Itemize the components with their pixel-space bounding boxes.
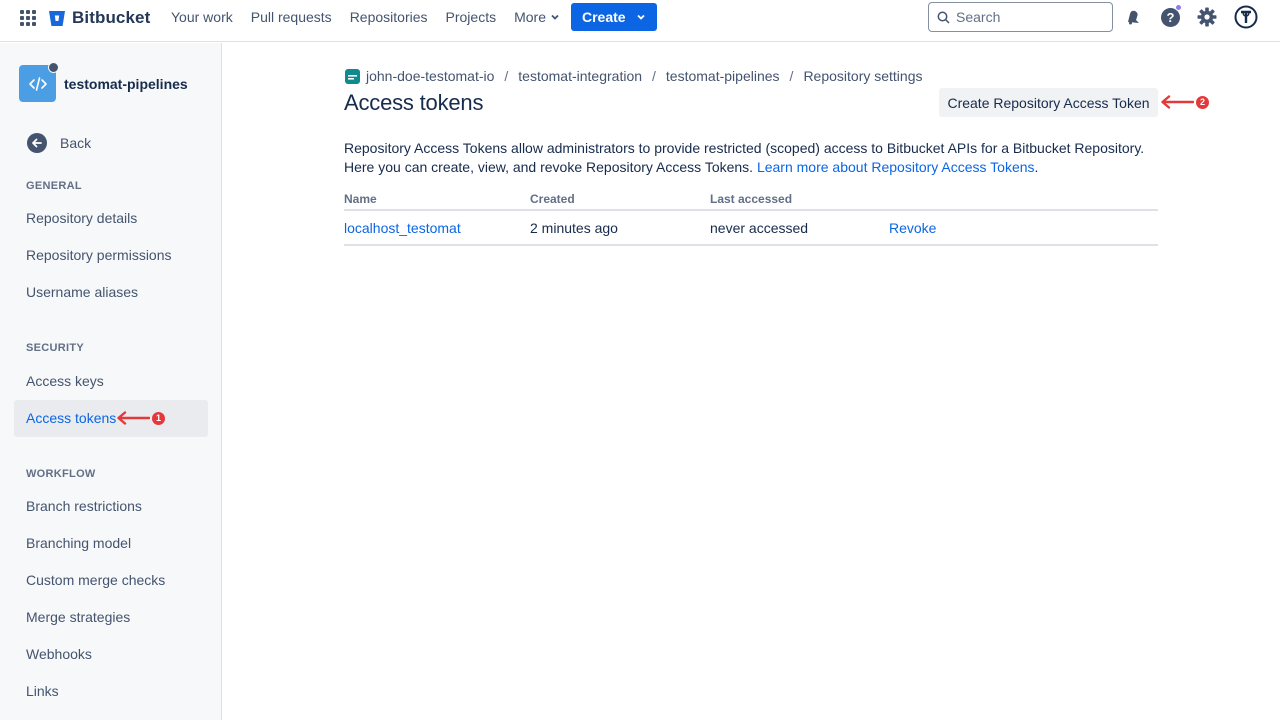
sidebar: testomat-pipelines Back GENERAL Reposito… bbox=[0, 43, 222, 720]
learn-more-link[interactable]: Learn more about Repository Access Token… bbox=[757, 159, 1035, 175]
annotation-arrow-2: 2 bbox=[1160, 95, 1209, 109]
repository-header[interactable]: testomat-pipelines bbox=[19, 62, 188, 102]
breadcrumb-separator: / bbox=[789, 68, 794, 84]
bitbucket-logo[interactable]: Bitbucket bbox=[48, 8, 150, 28]
breadcrumb-workspace[interactable]: john-doe-testomat-io bbox=[366, 68, 494, 84]
sidebar-item-access-keys[interactable]: Access keys bbox=[14, 363, 208, 400]
sidebar-item-branch-restrictions[interactable]: Branch restrictions bbox=[14, 488, 208, 525]
arrow-left-icon bbox=[117, 411, 150, 425]
sidebar-item-links[interactable]: Links bbox=[14, 673, 208, 710]
help-icon[interactable]: ? bbox=[1159, 4, 1182, 28]
column-header-name: Name bbox=[344, 192, 377, 206]
page-title: Access tokens bbox=[344, 90, 484, 115]
nav-your-work[interactable]: Your work bbox=[162, 0, 242, 34]
description-period: . bbox=[1034, 159, 1039, 175]
token-created: 2 minutes ago bbox=[530, 220, 618, 236]
annotation-badge-1: 1 bbox=[152, 411, 165, 425]
breadcrumb-separator: / bbox=[652, 68, 656, 84]
section-workflow: WORKFLOW bbox=[26, 468, 96, 480]
table-header: Name Created Last accessed bbox=[344, 188, 1158, 211]
repository-avatar bbox=[19, 62, 59, 102]
sidebar-item-repository-details[interactable]: Repository details bbox=[14, 200, 208, 237]
token-last-accessed: never accessed bbox=[710, 220, 809, 236]
sidebar-item-branching-model[interactable]: Branching model bbox=[14, 525, 208, 562]
search-icon bbox=[937, 11, 950, 24]
lock-icon bbox=[48, 62, 59, 73]
create-button[interactable]: Create bbox=[571, 3, 657, 31]
section-general: GENERAL bbox=[26, 180, 82, 192]
top-navigation: Bitbucket Your work Pull requests Reposi… bbox=[0, 0, 1280, 42]
bitbucket-icon bbox=[49, 10, 65, 26]
primary-nav: Your work Pull requests Repositories Pro… bbox=[162, 0, 569, 34]
access-tokens-table: Name Created Last accessed localhost_tes… bbox=[344, 188, 1158, 246]
column-header-last-accessed: Last accessed bbox=[710, 192, 793, 206]
arrow-left-icon bbox=[1161, 95, 1194, 109]
breadcrumb-separator: / bbox=[504, 68, 509, 84]
app-switcher-icon[interactable] bbox=[20, 10, 36, 26]
annotation-arrow-1: 1 bbox=[116, 411, 165, 425]
sidebar-item-access-tokens[interactable]: Access tokens bbox=[14, 400, 208, 437]
svg-text:?: ? bbox=[1166, 10, 1174, 25]
breadcrumb-project[interactable]: testomat-integration bbox=[518, 68, 642, 84]
code-icon bbox=[28, 76, 47, 91]
column-header-created: Created bbox=[530, 192, 575, 206]
arrow-left-icon bbox=[27, 133, 47, 153]
annotation-badge-2: 2 bbox=[1196, 95, 1209, 109]
help-notification-dot bbox=[1175, 4, 1182, 11]
back-button[interactable]: Back bbox=[27, 133, 91, 153]
nav-repositories[interactable]: Repositories bbox=[341, 0, 437, 34]
notifications-icon[interactable] bbox=[1122, 6, 1144, 28]
table-row: localhost_testomat 2 minutes ago never a… bbox=[344, 211, 1158, 246]
search-input[interactable]: Search bbox=[928, 2, 1113, 32]
revoke-button[interactable]: Revoke bbox=[889, 220, 936, 236]
nav-projects[interactable]: Projects bbox=[437, 0, 506, 34]
breadcrumb-settings[interactable]: Repository settings bbox=[803, 68, 922, 84]
sidebar-item-custom-merge-checks[interactable]: Custom merge checks bbox=[14, 562, 208, 599]
nav-more-label: More bbox=[514, 9, 546, 25]
search-placeholder: Search bbox=[956, 9, 1001, 25]
chevron-down-icon bbox=[551, 14, 559, 20]
sidebar-item-merge-strategies[interactable]: Merge strategies bbox=[14, 599, 208, 636]
token-name-link[interactable]: localhost_testomat bbox=[344, 220, 461, 236]
nav-pull-requests[interactable]: Pull requests bbox=[242, 0, 341, 34]
chevron-down-icon bbox=[636, 14, 645, 20]
brand-name: Bitbucket bbox=[72, 8, 151, 27]
workspace-icon bbox=[345, 68, 360, 84]
create-access-token-button[interactable]: Create Repository Access Token bbox=[939, 88, 1158, 117]
profile-avatar[interactable] bbox=[1234, 5, 1258, 29]
repository-name: testomat-pipelines bbox=[64, 75, 188, 92]
create-button-label: Create bbox=[582, 9, 626, 25]
sidebar-item-webhooks[interactable]: Webhooks bbox=[14, 636, 208, 673]
section-security: SECURITY bbox=[26, 342, 85, 354]
settings-icon[interactable] bbox=[1196, 6, 1218, 28]
sidebar-item-username-aliases[interactable]: Username aliases bbox=[14, 274, 208, 311]
back-label: Back bbox=[60, 135, 92, 151]
breadcrumb: john-doe-testomat-io / testomat-integrat… bbox=[345, 68, 923, 84]
nav-more-dropdown[interactable]: More bbox=[505, 0, 569, 34]
sidebar-item-repository-permissions[interactable]: Repository permissions bbox=[14, 237, 208, 274]
description: Repository Access Tokens allow administr… bbox=[344, 139, 1164, 177]
breadcrumb-repository[interactable]: testomat-pipelines bbox=[666, 68, 780, 84]
